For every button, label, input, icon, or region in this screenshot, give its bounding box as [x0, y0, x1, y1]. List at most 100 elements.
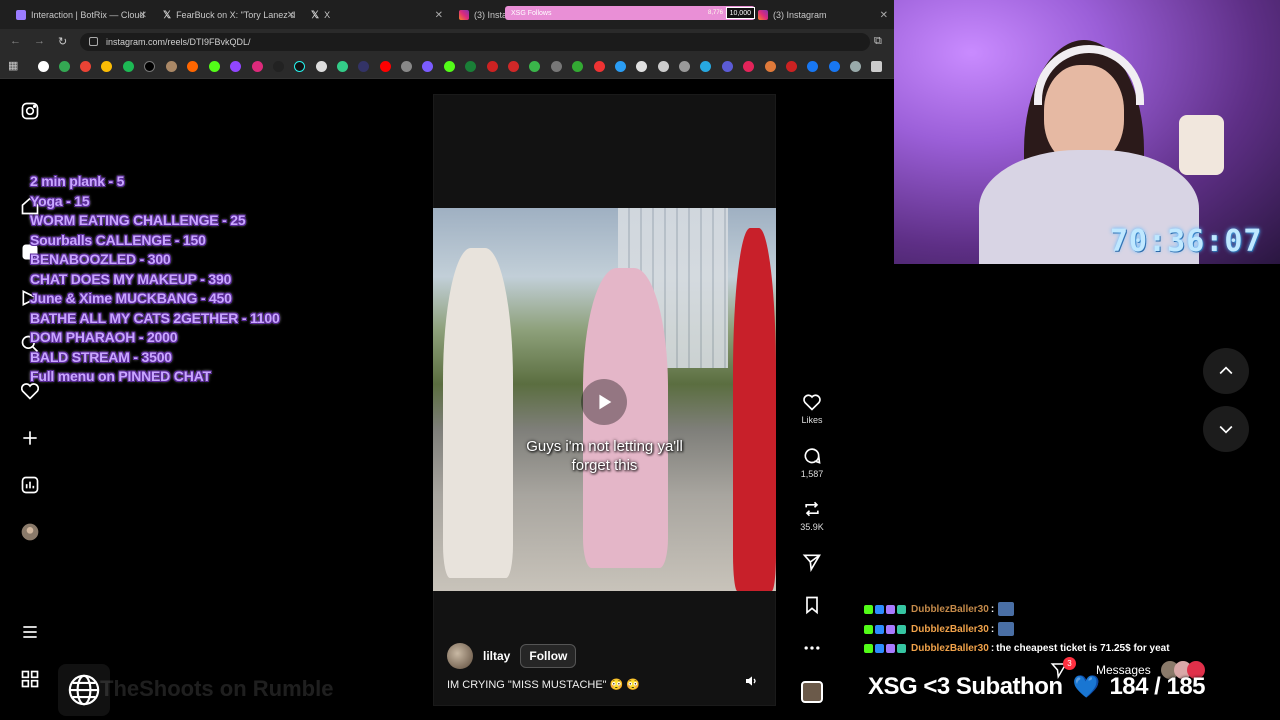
bookmark-icon[interactable]: [807, 61, 818, 72]
rumble-watermark: TheShoots on Rumble: [100, 676, 334, 701]
heart-icon[interactable]: [802, 392, 822, 412]
volume-icon[interactable]: [744, 673, 760, 689]
menu-item: BALD STREAM - 3500: [30, 348, 172, 365]
reel-caption[interactable]: IM CRYING "MISS MUSTACHE" 😳 😳: [447, 678, 640, 691]
chat-separator: :: [990, 643, 995, 654]
bookmark-icon[interactable]: [871, 61, 882, 72]
previous-reel-button[interactable]: [1203, 348, 1249, 394]
bookmark-icon[interactable]: [337, 61, 348, 72]
like-action[interactable]: Likes: [796, 392, 828, 425]
save-action[interactable]: [796, 595, 828, 618]
audio-thumbnail[interactable]: [796, 681, 828, 703]
drive-bookmark-icon[interactable]: [101, 61, 112, 72]
bookmark-icon[interactable]: [743, 61, 754, 72]
spotify-bookmark-icon[interactable]: [123, 61, 134, 72]
chat-emote: [998, 602, 1015, 616]
close-tab-icon[interactable]: ✕: [435, 10, 443, 21]
bookmark-icon[interactable]: [187, 61, 198, 72]
tab-botrix[interactable]: Interaction | BotRix — Cloud ✕: [8, 4, 153, 26]
bookmark-icon[interactable]: [422, 61, 433, 72]
bookmark-icon[interactable]: [850, 61, 861, 72]
bookmark-icon[interactable]: [786, 61, 797, 72]
bookmark-icon[interactable]: [679, 61, 690, 72]
close-tab-icon[interactable]: ✕: [287, 10, 295, 21]
next-reel-button[interactable]: [1203, 406, 1249, 452]
audio-thumbnail-image[interactable]: [801, 681, 823, 703]
bookmark-icon[interactable]: [358, 61, 369, 72]
bookmark-icon[interactable]: [658, 61, 669, 72]
more-menu-icon[interactable]: [20, 622, 40, 642]
bookmark-icon[interactable]: [529, 61, 540, 72]
comment-action[interactable]: 1,587: [796, 446, 828, 479]
back-icon[interactable]: ←: [10, 35, 21, 47]
tab-x[interactable]: 𝕏 X ✕: [303, 4, 449, 26]
close-tab-icon[interactable]: ✕: [880, 10, 888, 21]
dashboard-icon[interactable]: [20, 475, 40, 495]
tab-instagram-2[interactable]: (3) Instagram ✕: [750, 4, 894, 26]
facebook-bookmark-icon[interactable]: [829, 61, 840, 72]
close-tab-icon[interactable]: ✕: [139, 10, 147, 21]
menu-item: Full menu on PINNED CHAT: [30, 368, 211, 384]
bookmark-icon[interactable]: [487, 61, 498, 72]
bookmark-icon[interactable]: [508, 61, 519, 72]
follow-goal-label: XSG Follows: [511, 9, 552, 17]
instagram-logo-icon[interactable]: [20, 101, 40, 121]
gift-badge-icon: [897, 644, 906, 653]
bookmark-icon[interactable]: [166, 61, 177, 72]
forward-icon[interactable]: →: [34, 35, 45, 47]
repost-icon[interactable]: [802, 499, 822, 519]
bookmark-icon[interactable]: [765, 61, 776, 72]
bookmark-icon[interactable]: [594, 61, 605, 72]
bookmark-icon[interactable]: [636, 61, 647, 72]
profile-avatar[interactable]: [20, 522, 40, 542]
bookmark-icon[interactable]: [380, 61, 391, 72]
gmail-bookmark-icon[interactable]: [80, 61, 91, 72]
more-horizontal-icon[interactable]: [802, 638, 822, 658]
moderator-badge-icon: [875, 644, 884, 653]
author-avatar[interactable]: [447, 643, 473, 669]
play-icon[interactable]: [581, 379, 627, 425]
stream-redeem-menu: 2 min plank - 5 Yoga - 15 WORM EATING CH…: [30, 172, 280, 387]
kick-badge-icon: [864, 604, 873, 614]
repost-action[interactable]: 35.9K: [796, 499, 828, 532]
tiktok-bookmark-icon[interactable]: [294, 61, 305, 72]
share-action[interactable]: [796, 552, 828, 575]
reload-icon[interactable]: ↻: [58, 35, 67, 48]
follow-button[interactable]: Follow: [520, 644, 577, 668]
bookmark-icon[interactable]: [700, 61, 711, 72]
comment-icon[interactable]: [802, 446, 822, 466]
subscriber-badge-icon: [886, 604, 895, 614]
bookmark-icon[interactable]: [465, 61, 476, 72]
bookmark-icon[interactable]: [802, 595, 822, 615]
bookmark-icon[interactable]: [722, 61, 733, 72]
tab-fearbuck[interactable]: 𝕏 FearBuck on X: "Tory Lanez d ✕: [155, 4, 301, 26]
x-bookmark-icon[interactable]: [144, 61, 155, 72]
maps-bookmark-icon[interactable]: [59, 61, 70, 72]
site-info-icon[interactable]: [89, 37, 98, 46]
bookmark-icon[interactable]: [444, 61, 455, 72]
x-bookmark-icon[interactable]: [273, 61, 284, 72]
google-bookmark-icon[interactable]: [38, 61, 49, 72]
twitch-bookmark-icon[interactable]: [230, 61, 241, 72]
bookmark-icon[interactable]: [572, 61, 583, 72]
instagram-bookmark-icon[interactable]: [252, 61, 263, 72]
bookmark-icon[interactable]: [316, 61, 327, 72]
create-plus-icon[interactable]: [20, 428, 40, 448]
also-from-meta-icon[interactable]: [20, 669, 40, 689]
bookmark-icon[interactable]: [551, 61, 562, 72]
bookmark-icon[interactable]: [615, 61, 626, 72]
subscriber-badge-icon: [886, 624, 895, 634]
more-options-action[interactable]: [796, 638, 828, 661]
url-field[interactable]: instagram.com/reels/DTI9FBvkQDL/: [80, 33, 870, 51]
video-caption-overlay: Guys i'm not letting ya'll forget this: [433, 437, 776, 475]
bookmark-icon[interactable]: [401, 61, 412, 72]
kick-bookmark-icon[interactable]: [209, 61, 220, 72]
tab-instagram-1[interactable]: (3) Insta: [451, 4, 511, 26]
subscriber-badge-icon: [886, 644, 895, 653]
apps-grid-icon[interactable]: ▦: [8, 59, 18, 72]
author-username[interactable]: liltay: [483, 649, 510, 663]
send-icon[interactable]: [802, 552, 822, 572]
menu-item: BATHE ALL MY CATS 2GETHER - 1100: [30, 309, 280, 326]
menu-item: WORM EATING CHALLENGE - 25: [30, 212, 246, 228]
cast-icon[interactable]: ⧉: [874, 35, 882, 48]
